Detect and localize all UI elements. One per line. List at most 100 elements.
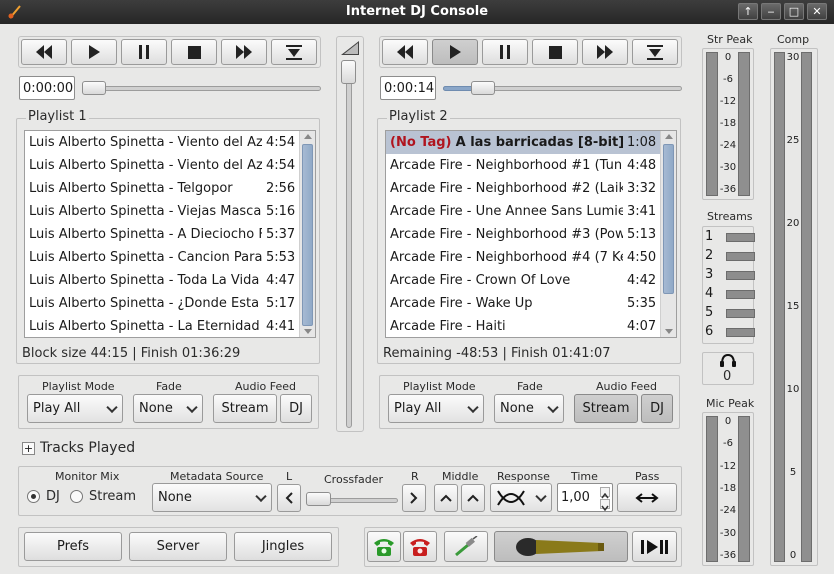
right-time-display[interactable]: 0:00:14: [380, 76, 436, 100]
scale-tick-label: 25: [786, 135, 800, 146]
left-stop-after-button[interactable]: [271, 39, 317, 65]
microphone-button[interactable]: [494, 531, 628, 562]
right-stop-after-button[interactable]: [632, 39, 678, 65]
playlist1-scrollbar[interactable]: [299, 131, 315, 337]
swap-arrows-icon: [635, 492, 659, 503]
playlist2-scrollbar[interactable]: [660, 131, 676, 337]
volume-knob[interactable]: [341, 60, 356, 84]
stream-indicator[interactable]: [726, 271, 755, 280]
left-mode-select[interactable]: Play All: [27, 394, 123, 423]
right-forward-button[interactable]: [582, 39, 628, 65]
right-fade-label: Fade: [517, 380, 543, 393]
left-stop-button[interactable]: [171, 39, 217, 65]
monitor-stream-radio[interactable]: [70, 490, 83, 503]
track-duration: 4:50: [627, 250, 657, 265]
playlist-row[interactable]: Luis Alberto Spinetta - Telgopor 2:56: [25, 177, 299, 200]
playlist-row[interactable]: Luis Alberto Spinetta - A Dieciocho F 5:3…: [25, 223, 299, 246]
left-time-display[interactable]: 0:00:00: [19, 76, 75, 100]
playlist-row[interactable]: Arcade Fire - Neighborhood #2 (Laik 3:32: [386, 177, 660, 200]
left-fade-select[interactable]: None: [133, 394, 203, 423]
stream-indicator[interactable]: [726, 290, 755, 299]
volume-slider-track[interactable]: [346, 60, 352, 428]
scale-tick-label: 15: [786, 301, 800, 312]
playlist-row[interactable]: Luis Alberto Spinetta - Viento del Az 4:5…: [25, 131, 299, 154]
mic-peak-scale: 0 -6 -12 -18 -24 -30 -36: [718, 416, 738, 562]
left-feed-stream-button[interactable]: Stream: [213, 394, 277, 423]
left-position-knob[interactable]: [82, 81, 106, 95]
left-feed-label: Audio Feed: [235, 380, 297, 393]
scale-tick-label: -24: [719, 505, 737, 517]
playlist-row[interactable]: Arcade Fire - Neighborhood #4 (7 Ke 4:50: [386, 246, 660, 269]
minimize-button[interactable]: ‒: [761, 3, 781, 20]
stream-indicator[interactable]: [726, 233, 755, 242]
playlist1-list[interactable]: Luis Alberto Spinetta - Viento del Az 4:5…: [24, 130, 316, 338]
comp-label: Comp: [777, 33, 810, 46]
playlist-row[interactable]: Arcade Fire - Haiti 4:07: [386, 315, 660, 338]
right-fade-select[interactable]: None: [494, 394, 564, 423]
metadata-source-select[interactable]: None: [152, 483, 272, 512]
monitor-dj-radio[interactable]: [27, 490, 40, 503]
right-play-button[interactable]: [432, 39, 478, 65]
middle-button-b[interactable]: [461, 484, 485, 512]
server-button[interactable]: Server: [129, 532, 227, 561]
crossfader-right-button[interactable]: [402, 484, 426, 512]
response-select[interactable]: [490, 483, 552, 512]
mic-cable-button[interactable]: [444, 531, 488, 562]
playlist2-list[interactable]: (No Tag) A las barricadas [8-bit] 1:08 Arc…: [385, 130, 677, 338]
jingles-button[interactable]: Jingles: [234, 532, 332, 561]
pass-button[interactable]: [617, 483, 677, 512]
phone-red-button[interactable]: [403, 531, 437, 562]
playlist-row[interactable]: Luis Alberto Spinetta - Cancion Para 5:53: [25, 246, 299, 269]
spin-down-icon[interactable]: [600, 499, 610, 512]
playlist-row[interactable]: Arcade Fire - Crown Of Love 4:42: [386, 269, 660, 292]
tracks-played-expander[interactable]: +: [22, 442, 35, 455]
stream-indicator[interactable]: [726, 328, 755, 337]
tracks-played-label[interactable]: Tracks Played: [40, 440, 135, 456]
left-feed-dj-button[interactable]: DJ: [280, 394, 312, 423]
playlist-row[interactable]: Arcade Fire - Neighborhood #3 (Pow 5:13: [386, 223, 660, 246]
stream-indicator[interactable]: [726, 252, 755, 261]
crossfader-knob[interactable]: [306, 492, 331, 506]
monitor-stream-label[interactable]: Stream: [89, 489, 136, 504]
stream-number: 3: [705, 267, 714, 282]
playlist-row[interactable]: (No Tag) A las barricadas [8-bit] 1:08: [386, 131, 660, 154]
playlist-row[interactable]: Luis Alberto Spinetta - Viento del Az 4:5…: [25, 154, 299, 177]
phone-green-button[interactable]: [367, 531, 401, 562]
playlist1-scroll-thumb[interactable]: [302, 144, 313, 326]
playlist-row[interactable]: Luis Alberto Spinetta - ¿Donde Esta 5:17: [25, 292, 299, 315]
advance-button[interactable]: [632, 531, 677, 562]
playlist-row[interactable]: Arcade Fire - Neighborhood #1 (Tun 4:48: [386, 154, 660, 177]
right-feed-stream-button[interactable]: Stream: [574, 394, 638, 423]
right-pause-button[interactable]: [482, 39, 528, 65]
playlist-row[interactable]: Luis Alberto Spinetta - Toda La Vida 4:47: [25, 269, 299, 292]
close-button[interactable]: ✕: [807, 3, 827, 20]
right-stop-button[interactable]: [532, 39, 578, 65]
playlist-row[interactable]: Arcade Fire - Une Annee Sans Lumie 3:41: [386, 200, 660, 223]
spin-up-icon[interactable]: [600, 487, 610, 499]
right-fade-value: None: [500, 401, 534, 416]
playlist-row[interactable]: Luis Alberto Spinetta - La Eternidad 4:41: [25, 315, 299, 338]
crossfader-label: Crossfader: [324, 473, 384, 486]
middle-button-a[interactable]: [434, 484, 458, 512]
monitor-dj-label[interactable]: DJ: [46, 489, 60, 504]
playlist2-scroll-thumb[interactable]: [663, 144, 674, 294]
time-spinbox[interactable]: 1,00: [557, 483, 613, 512]
mic-peak-label: Mic Peak: [706, 397, 755, 410]
left-position-slider[interactable]: [82, 86, 321, 91]
prefs-button[interactable]: Prefs: [24, 532, 122, 561]
playlist-row[interactable]: Arcade Fire - Wake Up 5:35: [386, 292, 660, 315]
right-position-knob[interactable]: [470, 81, 495, 95]
raise-button[interactable]: ↑: [738, 3, 758, 20]
maximize-button[interactable]: □: [784, 3, 804, 20]
left-rewind-button[interactable]: [21, 39, 67, 65]
left-play-button[interactable]: [71, 39, 117, 65]
right-feed-dj-button[interactable]: DJ: [641, 394, 673, 423]
playlist-row[interactable]: Luis Alberto Spinetta - Viejas Masca 5:16: [25, 200, 299, 223]
stream-indicator[interactable]: [726, 309, 755, 318]
scale-tick-label: -6: [723, 438, 733, 450]
right-mode-select[interactable]: Play All: [388, 394, 484, 423]
left-forward-button[interactable]: [221, 39, 267, 65]
crossfader-left-button[interactable]: [277, 484, 301, 512]
left-pause-button[interactable]: [121, 39, 167, 65]
right-rewind-button[interactable]: [382, 39, 428, 65]
